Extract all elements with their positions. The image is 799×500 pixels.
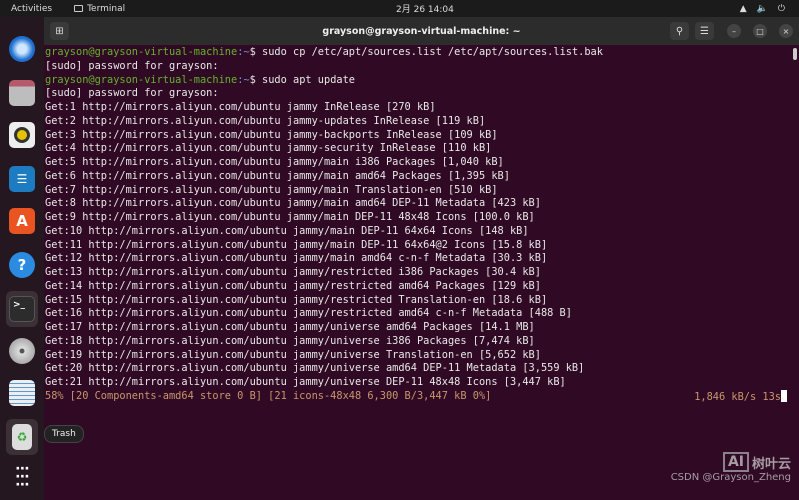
output-line: Get:21 http://mirrors.aliyun.com/ubuntu … [45,376,566,388]
network-icon: ▲ [739,3,747,14]
output-line: Get:3 http://mirrors.aliyun.com/ubuntu j… [45,128,498,141]
output-line: Get:16 http://mirrors.aliyun.com/ubuntu … [45,307,572,320]
trash-tooltip: Trash [44,425,84,443]
close-button[interactable]: × [779,24,793,38]
menu-button[interactable]: ☰ [695,22,714,40]
dock-disc[interactable] [6,335,38,367]
search-button[interactable]: ⚲ [670,22,689,40]
folder-icon [9,80,35,106]
hamburger-icon: ☰ [700,25,709,37]
command-line: grayson@grayson-virtual-machine:~$ sudo … [45,73,355,86]
dock-help[interactable]: ? [6,249,38,281]
output-line: Get:2 http://mirrors.aliyun.com/ubuntu j… [45,114,486,127]
dock-trash[interactable]: ♻ [6,419,38,455]
maximize-icon: □ [756,26,764,36]
terminal-small-icon [74,5,84,12]
app-store-icon: A [9,208,35,234]
dock-files[interactable] [6,77,38,109]
dock-rhythmbox[interactable] [6,119,38,151]
progress-line: 58% [20 Components-amd64 store 0 B] [21 … [45,389,799,404]
grid-icon: ⋯ ⋯ ⋯ [15,461,30,493]
output-line: Get:1 http://mirrors.aliyun.com/ubuntu j… [45,101,436,113]
dock-show-apps[interactable]: ⋯ ⋯ ⋯ [6,461,38,493]
output-line: Get:10 http://mirrors.aliyun.com/ubuntu … [45,224,529,237]
minimize-button[interactable]: – [727,24,741,38]
app-menu[interactable]: Terminal [74,4,125,14]
clock[interactable]: 2月 26 14:04 [396,2,454,15]
output-line: [sudo] password for grayson: [45,87,219,100]
top-bar: Activities Terminal 2月 26 14:04 ▲ 🔈 ⏻ [0,0,799,17]
close-icon: × [782,26,790,36]
disc-icon [9,338,35,364]
help-icon: ? [9,252,35,278]
output-line: Get:20 http://mirrors.aliyun.com/ubuntu … [45,362,585,375]
dock: ☰ A ? >_ ♻ ⋯ ⋯ ⋯ [0,17,44,500]
dock-text-editor[interactable] [6,377,38,409]
system-tray[interactable]: ▲ 🔈 ⏻ [740,4,785,14]
output-line: Get:9 http://mirrors.aliyun.com/ubuntu j… [45,211,535,223]
output-line: Get:18 http://mirrors.aliyun.com/ubuntu … [45,334,535,347]
watermark-logo: AI [722,452,749,472]
maximize-button[interactable]: □ [753,24,767,38]
scrollbar[interactable] [793,48,797,60]
command-line: grayson@grayson-virtual-machine:~$ sudo … [45,46,603,58]
document-icon: ☰ [9,166,35,192]
speaker-icon [9,122,35,148]
dock-app-center[interactable]: A [6,205,38,237]
power-icon: ⏻ [777,3,785,14]
output-line: Get:14 http://mirrors.aliyun.com/ubuntu … [45,279,541,292]
terminal-output[interactable]: grayson@grayson-virtual-machine:~$ sudo … [44,45,799,500]
output-line: Get:7 http://mirrors.aliyun.com/ubuntu j… [45,183,498,196]
text-editor-icon [9,380,35,406]
dock-terminal[interactable]: >_ [6,291,38,327]
output-line: Get:6 http://mirrors.aliyun.com/ubuntu j… [45,169,510,182]
title-bar[interactable]: ⊞ grayson@grayson-virtual-machine: ~ ⚲ ☰… [44,17,799,45]
output-line: Get:12 http://mirrors.aliyun.com/ubuntu … [45,252,548,265]
output-line: Get:11 http://mirrors.aliyun.com/ubuntu … [45,238,548,251]
terminal-window: ⊞ grayson@grayson-virtual-machine: ~ ⚲ ☰… [44,17,799,500]
terminal-icon: >_ [9,296,35,322]
search-icon: ⚲ [675,25,684,37]
download-rate: 1,846 kB/s 13s [694,390,781,403]
cursor [781,389,787,402]
watermark: AI 树叶云 CSDN @Grayson_Zheng [670,452,791,483]
output-line: Get:13 http://mirrors.aliyun.com/ubuntu … [45,266,541,278]
output-line: [sudo] password for grayson: [45,59,219,72]
output-line: Get:8 http://mirrors.aliyun.com/ubuntu j… [45,197,541,210]
output-line: Get:19 http://mirrors.aliyun.com/ubuntu … [45,348,541,361]
output-line: Get:15 http://mirrors.aliyun.com/ubuntu … [45,293,548,306]
output-line: Get:17 http://mirrors.aliyun.com/ubuntu … [45,321,535,333]
activities-button[interactable]: Activities [11,4,52,14]
thunderbird-icon [9,36,35,62]
trash-icon: ♻ [12,424,32,450]
output-line: Get:4 http://mirrors.aliyun.com/ubuntu j… [45,142,492,155]
volume-icon: 🔈 [756,3,768,14]
dock-thunderbird[interactable] [6,33,38,65]
dock-writer[interactable]: ☰ [6,163,38,195]
output-line: Get:5 http://mirrors.aliyun.com/ubuntu j… [45,156,504,168]
minimize-icon: – [732,26,736,36]
